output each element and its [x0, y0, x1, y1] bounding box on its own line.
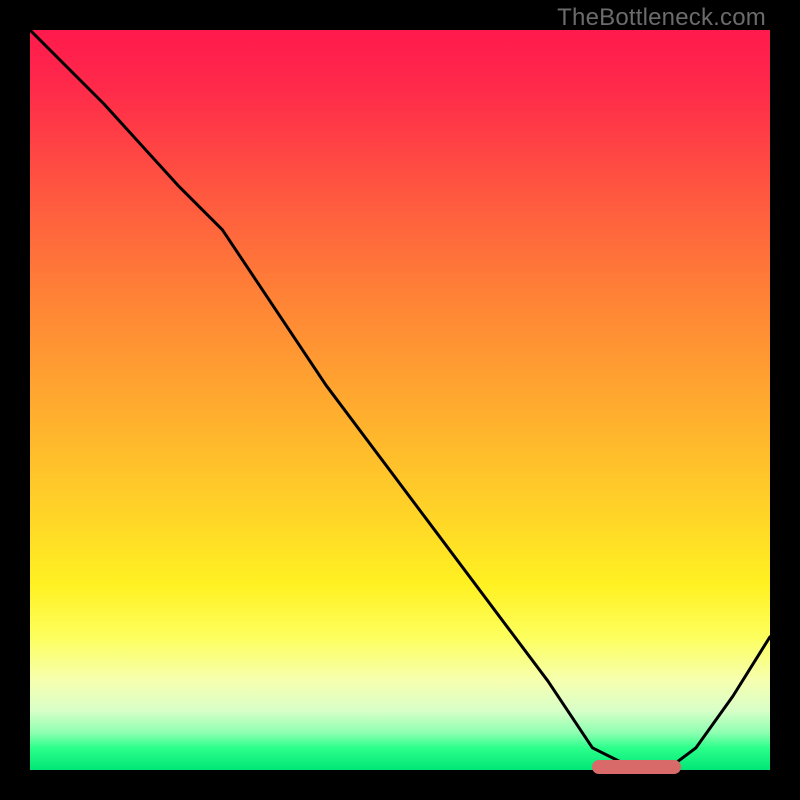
optimal-range-marker [592, 760, 681, 774]
watermark-text: TheBottleneck.com [557, 4, 766, 32]
bottleneck-curve [30, 30, 770, 770]
curve-path [30, 30, 770, 770]
chart-frame [30, 30, 770, 770]
